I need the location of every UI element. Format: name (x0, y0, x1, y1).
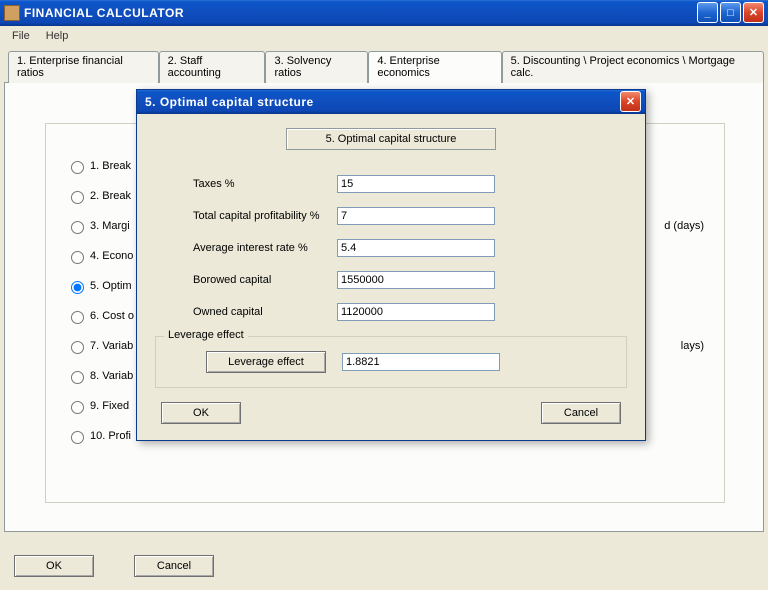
radio-6-input[interactable] (71, 311, 84, 324)
radio-10-input[interactable] (71, 431, 84, 444)
modal-close-button[interactable]: ✕ (620, 91, 641, 112)
owned-label: Owned capital (155, 306, 337, 318)
leverage-output[interactable] (342, 353, 500, 371)
interest-input[interactable] (337, 239, 495, 257)
menubar: File Help (0, 26, 768, 46)
radio-8-input[interactable] (71, 371, 84, 384)
main-titlebar: FINANCIAL CALCULATOR _ □ ✕ (0, 0, 768, 26)
modal-ok-button[interactable]: OK (161, 402, 241, 424)
borrowed-label: Borowed capital (155, 274, 337, 286)
tab-5[interactable]: 5. Discounting \ Project economics \ Mor… (502, 51, 764, 83)
taxes-input[interactable] (337, 175, 495, 193)
tab-4[interactable]: 4. Enterprise economics (368, 51, 501, 83)
main-cancel-button[interactable]: Cancel (134, 555, 214, 577)
modal-cancel-button[interactable]: Cancel (541, 402, 621, 424)
tab-row: 1. Enterprise financial ratios 2. Staff … (8, 51, 764, 83)
taxes-label: Taxes % (155, 178, 337, 190)
main-ok-button[interactable]: OK (14, 555, 94, 577)
modal-dialog: 5. Optimal capital structure ✕ 5. Optima… (136, 89, 646, 441)
menu-help[interactable]: Help (38, 28, 77, 44)
radio-3-input[interactable] (71, 221, 84, 234)
menu-file[interactable]: File (4, 28, 38, 44)
profit-input[interactable] (337, 207, 495, 225)
radio-4-input[interactable] (71, 251, 84, 264)
leverage-button[interactable]: Leverage effect (206, 351, 326, 373)
modal-titlebar: 5. Optimal capital structure ✕ (137, 90, 645, 114)
tab-1[interactable]: 1. Enterprise financial ratios (8, 51, 159, 83)
maximize-button[interactable]: □ (720, 2, 741, 23)
app-icon (4, 5, 20, 21)
radio-1-input[interactable] (71, 161, 84, 174)
tab-3[interactable]: 3. Solvency ratios (265, 51, 368, 83)
leverage-groupbox: Leverage effect Leverage effect (155, 336, 627, 388)
radio-5-input[interactable] (71, 281, 84, 294)
profit-label: Total capital profitability % (155, 210, 337, 222)
window-title: FINANCIAL CALCULATOR (24, 6, 697, 20)
modal-title: 5. Optimal capital structure (141, 95, 620, 109)
tab-2[interactable]: 2. Staff accounting (159, 51, 266, 83)
radio-2-input[interactable] (71, 191, 84, 204)
modal-header-button[interactable]: 5. Optimal capital structure (286, 128, 496, 150)
borrowed-input[interactable] (337, 271, 495, 289)
radio-7-input[interactable] (71, 341, 84, 354)
close-button[interactable]: ✕ (743, 2, 764, 23)
radio-9-input[interactable] (71, 401, 84, 414)
interest-label: Average interest rate % (155, 242, 337, 254)
leverage-legend: Leverage effect (164, 329, 248, 341)
owned-input[interactable] (337, 303, 495, 321)
minimize-button[interactable]: _ (697, 2, 718, 23)
